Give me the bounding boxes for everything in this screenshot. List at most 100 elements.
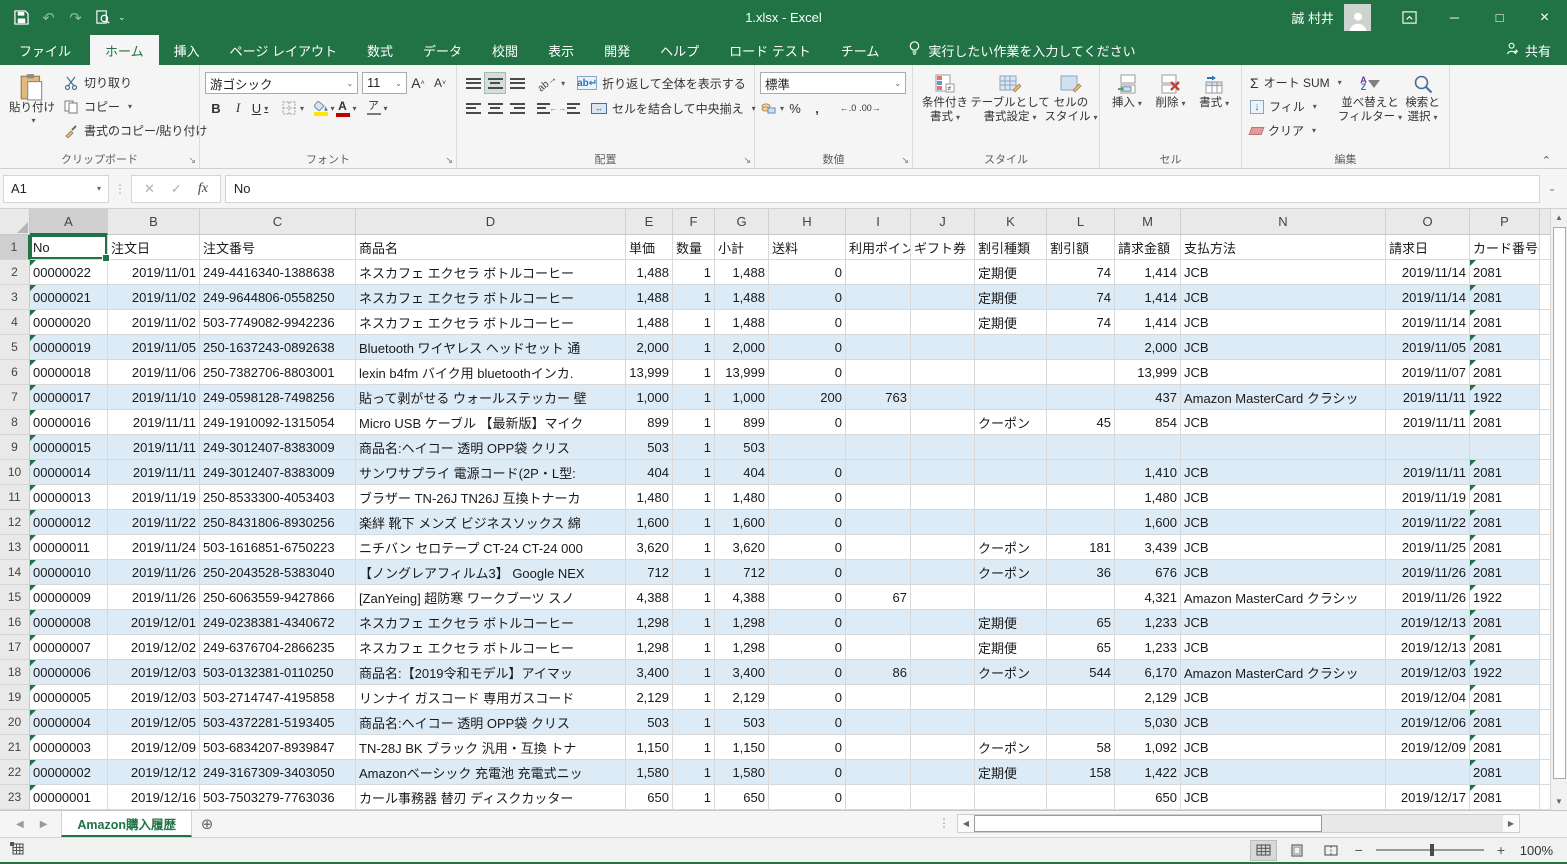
align-center-button[interactable] <box>484 97 506 119</box>
sort-filter-button[interactable]: AZ 並べ替えと フィルター <box>1339 68 1401 152</box>
cell-D10[interactable]: サンワサプライ 電源コード(2P・L型: <box>356 460 626 485</box>
cell-K1[interactable]: 割引種類 <box>975 235 1047 260</box>
cell-E11[interactable]: 1,480 <box>626 485 673 510</box>
cell-F10[interactable]: 1 <box>673 460 715 485</box>
cell-L1[interactable]: 割引額 <box>1047 235 1115 260</box>
cell-O5[interactable]: 2019/11/05 <box>1386 335 1470 360</box>
column-header-K[interactable]: K <box>975 209 1047 235</box>
cell-A13[interactable]: 00000011 <box>30 535 108 560</box>
name-box-dropdown-icon[interactable]: ▾ <box>97 184 101 193</box>
format-cells-button[interactable]: 書式 <box>1192 68 1236 152</box>
cell-E2[interactable]: 1,488 <box>626 260 673 285</box>
cell-A2[interactable]: 00000022 <box>30 260 108 285</box>
cell-P14[interactable]: 2081 <box>1470 560 1540 585</box>
cell-B21[interactable]: 2019/12/09 <box>108 735 200 760</box>
cell-G11[interactable]: 1,480 <box>715 485 769 510</box>
tell-me-box[interactable]: 実行したい作業を入力してください <box>908 35 1135 65</box>
merge-center-button[interactable]: ↔ セルを結合して中央揃え <box>588 98 759 119</box>
formula-bar-resize-handle[interactable] <box>109 182 131 196</box>
cell-H20[interactable]: 0 <box>769 710 846 735</box>
font-dialog-launcher-icon[interactable] <box>445 155 453 166</box>
cell-P11[interactable]: 2081 <box>1470 485 1540 510</box>
cell-L21[interactable]: 58 <box>1047 735 1115 760</box>
cell-M7[interactable]: 437 <box>1115 385 1181 410</box>
cell-O19[interactable]: 2019/12/04 <box>1386 685 1470 710</box>
cell-H21[interactable]: 0 <box>769 735 846 760</box>
cell-F22[interactable]: 1 <box>673 760 715 785</box>
page-layout-view-button[interactable] <box>1284 840 1311 861</box>
cell-J22[interactable] <box>911 760 975 785</box>
cell-F21[interactable]: 1 <box>673 735 715 760</box>
cell-K2[interactable]: 定期便 <box>975 260 1047 285</box>
cell-B13[interactable]: 2019/11/24 <box>108 535 200 560</box>
cell-P10[interactable]: 2081 <box>1470 460 1540 485</box>
cell-K4[interactable]: 定期便 <box>975 310 1047 335</box>
cell-O23[interactable]: 2019/12/17 <box>1386 785 1470 810</box>
cell-A16[interactable]: 00000008 <box>30 610 108 635</box>
row-header-10[interactable]: 10 <box>0 460 30 485</box>
fill-button[interactable]: ↓ フィル <box>1247 96 1339 117</box>
cell-B16[interactable]: 2019/12/01 <box>108 610 200 635</box>
cell-A8[interactable]: 00000016 <box>30 410 108 435</box>
cell-P18[interactable]: 1922 <box>1470 660 1540 685</box>
cell-H19[interactable]: 0 <box>769 685 846 710</box>
cell-E20[interactable]: 503 <box>626 710 673 735</box>
cell-M14[interactable]: 676 <box>1115 560 1181 585</box>
cell-A17[interactable]: 00000007 <box>30 635 108 660</box>
cell-H11[interactable]: 0 <box>769 485 846 510</box>
vertical-scrollbar-thumb[interactable] <box>1553 227 1566 779</box>
autosum-button[interactable]: オート SUM <box>1247 72 1339 93</box>
cell-C20[interactable]: 503-4372281-5193405 <box>200 710 356 735</box>
cell-N16[interactable]: JCB <box>1181 610 1386 635</box>
cell-F7[interactable]: 1 <box>673 385 715 410</box>
row-header-12[interactable]: 12 <box>0 510 30 535</box>
cell-F11[interactable]: 1 <box>673 485 715 510</box>
cell-M6[interactable]: 13,999 <box>1115 360 1181 385</box>
cell-B11[interactable]: 2019/11/19 <box>108 485 200 510</box>
insert-function-icon[interactable]: fx <box>198 181 208 197</box>
cell-C13[interactable]: 503-1616851-6750223 <box>200 535 356 560</box>
cell-D12[interactable]: 楽絆 靴下 メンズ ビジネスソックス 綿 <box>356 510 626 535</box>
cell-J19[interactable] <box>911 685 975 710</box>
expand-formula-bar-icon[interactable]: ⌄ <box>1540 175 1564 203</box>
cell-F19[interactable]: 1 <box>673 685 715 710</box>
cell-A12[interactable]: 00000012 <box>30 510 108 535</box>
cell-G14[interactable]: 712 <box>715 560 769 585</box>
cell-A20[interactable]: 00000004 <box>30 710 108 735</box>
cell-D8[interactable]: Micro USB ケーブル 【最新版】マイク <box>356 410 626 435</box>
decrease-indent-button[interactable]: ← <box>536 97 558 119</box>
cell-O22[interactable] <box>1386 760 1470 785</box>
cell-N13[interactable]: JCB <box>1181 535 1386 560</box>
cell-K16[interactable]: 定期便 <box>975 610 1047 635</box>
cell-H3[interactable]: 0 <box>769 285 846 310</box>
cell-C5[interactable]: 250-1637243-0892638 <box>200 335 356 360</box>
cell-O17[interactable]: 2019/12/13 <box>1386 635 1470 660</box>
cell-K6[interactable] <box>975 360 1047 385</box>
cell-G10[interactable]: 404 <box>715 460 769 485</box>
cell-I11[interactable] <box>846 485 911 510</box>
cell-C1[interactable]: 注文番号 <box>200 235 356 260</box>
row-header-7[interactable]: 7 <box>0 385 30 410</box>
cell-M9[interactable] <box>1115 435 1181 460</box>
cell-D2[interactable]: ネスカフェ エクセラ ボトルコーヒー <box>356 260 626 285</box>
column-header-N[interactable]: N <box>1181 209 1386 235</box>
cell-M10[interactable]: 1,410 <box>1115 460 1181 485</box>
cell-M23[interactable]: 650 <box>1115 785 1181 810</box>
select-all-corner[interactable] <box>0 209 30 235</box>
cell-H17[interactable]: 0 <box>769 635 846 660</box>
cell-H16[interactable]: 0 <box>769 610 846 635</box>
cell-A23[interactable]: 00000001 <box>30 785 108 810</box>
cell-G5[interactable]: 2,000 <box>715 335 769 360</box>
cell-F18[interactable]: 1 <box>673 660 715 685</box>
cell-P22[interactable]: 2081 <box>1470 760 1540 785</box>
cell-O2[interactable]: 2019/11/14 <box>1386 260 1470 285</box>
cell-P1[interactable]: カード番号( <box>1470 235 1540 260</box>
cell-H5[interactable]: 0 <box>769 335 846 360</box>
row-header-9[interactable]: 9 <box>0 435 30 460</box>
cell-L9[interactable] <box>1047 435 1115 460</box>
ribbon-tab-8[interactable]: 表示 <box>533 35 589 65</box>
row-header-1[interactable]: 1 <box>0 235 30 260</box>
save-icon[interactable] <box>8 4 35 31</box>
cell-M15[interactable]: 4,321 <box>1115 585 1181 610</box>
clear-button[interactable]: クリア <box>1247 120 1339 141</box>
